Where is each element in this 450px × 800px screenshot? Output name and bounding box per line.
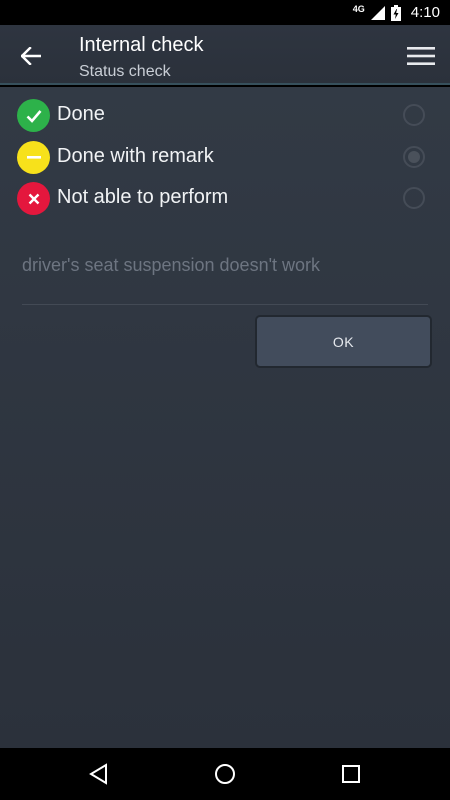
ok-button[interactable]: OK <box>255 315 432 368</box>
option-label: Done with remark <box>57 145 214 167</box>
signal-icon <box>370 5 385 20</box>
option-done-with-remark[interactable]: Done with remark <box>0 137 450 177</box>
remark-input[interactable]: driver's seat suspension doesn't work <box>22 251 428 305</box>
radio-not-able[interactable] <box>403 187 425 209</box>
nav-recents-icon[interactable] <box>338 761 364 787</box>
option-not-able[interactable]: Not able to perform <box>0 178 450 218</box>
option-done[interactable]: Done <box>0 95 450 135</box>
radio-selected-dot <box>408 151 420 163</box>
app-bar: Internal check Status check <box>0 25 450 85</box>
nav-back-icon[interactable] <box>86 761 112 787</box>
network-type: 4G <box>352 3 365 14</box>
radio-done[interactable] <box>403 104 425 126</box>
option-label: Done <box>57 103 105 125</box>
back-arrow-icon[interactable] <box>16 41 46 71</box>
check-icon <box>17 99 50 132</box>
status-bar: 4G 4:10 <box>0 0 450 25</box>
page-subtitle: Status check <box>79 63 171 80</box>
battery-icon <box>390 4 401 21</box>
page-title: Internal check <box>79 34 204 56</box>
option-label: Not able to perform <box>57 186 229 208</box>
minus-icon <box>17 141 50 174</box>
menu-icon[interactable] <box>406 43 436 69</box>
clock: 4:10 <box>410 4 440 21</box>
content-area: Done Done with remark Not able to perfor… <box>0 87 450 748</box>
navigation-bar <box>0 748 450 800</box>
radio-done-with-remark[interactable] <box>403 146 425 168</box>
x-icon <box>17 182 50 215</box>
nav-home-icon[interactable] <box>212 761 238 787</box>
